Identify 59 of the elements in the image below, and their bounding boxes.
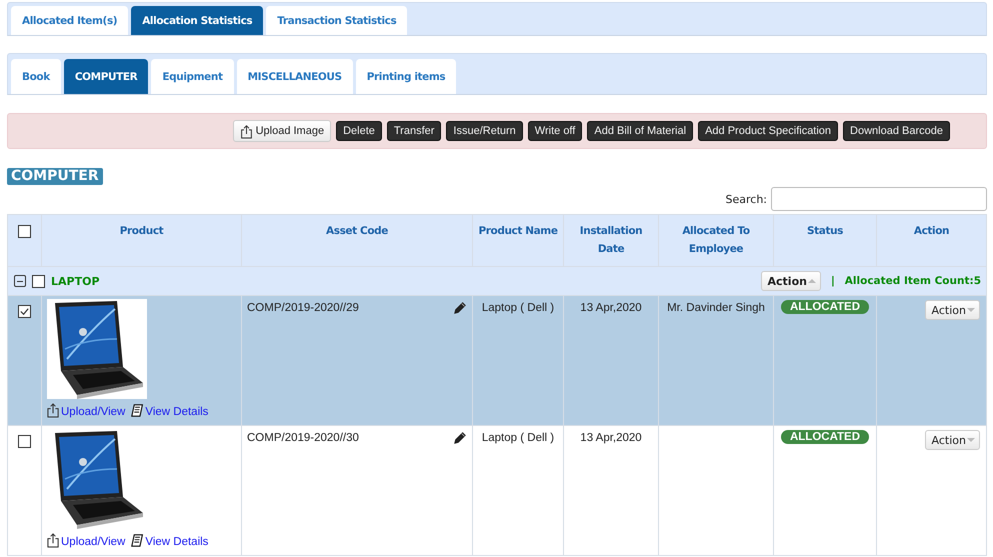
upload-image-button[interactable]: Upload Image bbox=[232, 120, 332, 142]
search-field[interactable] bbox=[771, 187, 987, 211]
tab[interactable]: MISCELLANEOUS bbox=[236, 59, 353, 94]
column-header: Status bbox=[806, 225, 843, 237]
column-header: Allocated To Employee bbox=[682, 225, 750, 255]
document-icon bbox=[131, 403, 144, 418]
item-count: Allocated Item Count:5 bbox=[844, 275, 981, 287]
tab[interactable]: Printing items bbox=[356, 59, 456, 94]
column-header: Product Name bbox=[478, 225, 558, 237]
asset-code: COMP/2019-2020//30 bbox=[247, 432, 359, 444]
checkbox[interactable] bbox=[32, 274, 45, 288]
column-header: Action bbox=[914, 225, 950, 237]
tab[interactable]: Allocation Statistics bbox=[131, 6, 264, 35]
tab[interactable]: Transaction Statistics bbox=[266, 6, 408, 35]
checkbox[interactable] bbox=[18, 305, 31, 318]
upload-icon bbox=[47, 533, 60, 548]
tab[interactable]: Book bbox=[11, 59, 61, 94]
section-title: COMPUTER bbox=[7, 168, 103, 185]
tab[interactable]: COMPUTER bbox=[64, 59, 148, 94]
checkbox[interactable] bbox=[18, 225, 31, 238]
upload-link[interactable]: Upload/View bbox=[47, 403, 126, 418]
document-icon bbox=[131, 533, 144, 548]
tab[interactable]: Equipment bbox=[151, 59, 234, 94]
toolbar-button[interactable]: Download Barcode bbox=[843, 121, 950, 141]
upload-link[interactable]: Upload/View bbox=[47, 533, 126, 548]
employee-name: Mr. Davinder Singh bbox=[667, 302, 765, 314]
column-header: Product bbox=[120, 225, 164, 237]
action-dropdown[interactable]: Action bbox=[760, 271, 821, 291]
toolbar-button[interactable]: Write off bbox=[528, 121, 582, 141]
toolbar-button[interactable]: Issue/Return bbox=[446, 121, 523, 141]
table-row[interactable]: Upload/View View Details COMP/2019-2020//30 Laptop ( Dell ) 13 Apr,2020 ALLOCATED Action bbox=[8, 426, 986, 556]
column-header: Installation Date bbox=[580, 225, 642, 255]
status-badge: ALLOCATED bbox=[780, 430, 870, 444]
upload-icon bbox=[240, 124, 253, 138]
toolbar-button[interactable]: Add Bill of Material bbox=[587, 121, 694, 141]
view-details-link[interactable]: View Details bbox=[131, 533, 208, 548]
group-name: LAPTOP bbox=[51, 274, 100, 288]
product-name: Laptop ( Dell ) bbox=[482, 302, 554, 314]
status-badge: ALLOCATED bbox=[780, 300, 870, 314]
upload-icon bbox=[47, 403, 60, 418]
checkbox[interactable] bbox=[18, 435, 31, 448]
column-header: Asset Code bbox=[326, 225, 388, 237]
toolbar-button[interactable]: Delete bbox=[336, 121, 382, 141]
collapse-icon[interactable] bbox=[14, 275, 26, 287]
tab[interactable]: Allocated Item(s) bbox=[11, 6, 128, 35]
separator-text: | bbox=[830, 275, 835, 287]
table-row[interactable]: Upload/View View Details COMP/2019-2020//29 Laptop ( Dell ) 13 Apr,2020 Mr. Davinder Singh ALLOCATED Action bbox=[8, 296, 986, 426]
product-name: Laptop ( Dell ) bbox=[482, 432, 554, 444]
toolbar-button[interactable]: Transfer bbox=[386, 121, 442, 141]
search-label: Search: bbox=[726, 192, 767, 206]
installation-date: 13 Apr,2020 bbox=[580, 432, 642, 444]
action-dropdown[interactable]: Action bbox=[924, 300, 980, 320]
pencil-icon[interactable] bbox=[453, 431, 467, 445]
view-details-link[interactable]: View Details bbox=[131, 403, 208, 418]
action-dropdown[interactable]: Action bbox=[924, 430, 980, 450]
pencil-icon[interactable] bbox=[453, 301, 467, 315]
asset-code: COMP/2019-2020//29 bbox=[247, 302, 359, 314]
toolbar-button[interactable]: Add Product Specification bbox=[698, 121, 838, 141]
installation-date: 13 Apr,2020 bbox=[580, 302, 642, 314]
